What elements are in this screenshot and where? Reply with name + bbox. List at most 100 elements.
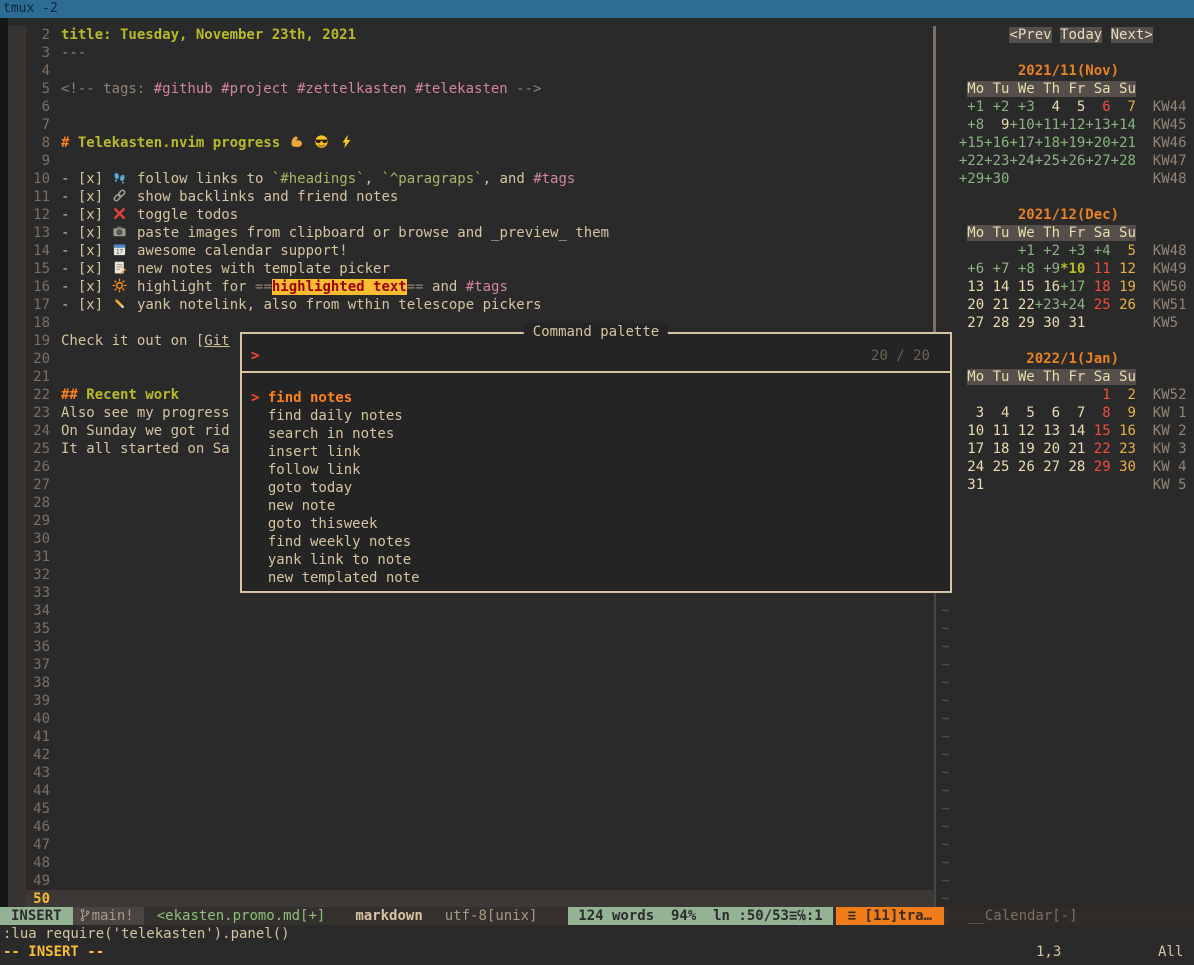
editor-line-49[interactable]: 49 xyxy=(8,872,934,890)
calendar-day-24[interactable]: 24 xyxy=(967,459,984,475)
command-line[interactable]: :lua require('telekasten').panel() xyxy=(3,925,290,943)
palette-item-find-daily-notes[interactable]: find daily notes xyxy=(251,407,941,425)
calendar-day-20[interactable]: +20 xyxy=(1085,135,1110,151)
calendar-day-25[interactable]: 25 xyxy=(993,459,1010,475)
editor-line-40[interactable]: 40 xyxy=(8,710,934,728)
calendar-day-23[interactable]: 23 xyxy=(1119,441,1136,457)
calendar-day-31[interactable]: 31 xyxy=(967,477,984,493)
calendar-day-14[interactable]: +14 xyxy=(1111,117,1136,133)
calendar-day-10[interactable]: +10 xyxy=(1009,117,1034,133)
palette-item-find-notes[interactable]: > find notes xyxy=(251,389,941,407)
calendar-day-15[interactable]: 15 xyxy=(1094,423,1111,439)
calendar-day-2[interactable]: 2 xyxy=(1128,387,1136,403)
editor-line-7[interactable]: 7 xyxy=(8,116,934,134)
calendar-day-30[interactable]: 30 xyxy=(1119,459,1136,475)
calendar-day-4[interactable]: 4 xyxy=(1052,99,1060,115)
calendar-day-12[interactable]: 12 xyxy=(1119,261,1136,277)
calendar-day-7[interactable]: 7 xyxy=(1128,99,1136,115)
calendar-day-5[interactable]: 5 xyxy=(1077,99,1085,115)
calendar-day-11[interactable]: 11 xyxy=(1094,261,1111,277)
editor-line-47[interactable]: 47 xyxy=(8,836,934,854)
calendar-today-button[interactable]: Today xyxy=(1060,27,1102,43)
palette-item-find-weekly-notes[interactable]: find weekly notes xyxy=(251,533,941,551)
editor-line-8[interactable]: 8# Telekasten.nvim progress xyxy=(8,134,934,152)
calendar-day-22[interactable]: +22 xyxy=(959,153,984,169)
calendar-day-16[interactable]: 16 xyxy=(1119,423,1136,439)
palette-item-goto-thisweek[interactable]: goto thisweek xyxy=(251,515,941,533)
calendar-day-29[interactable]: 29 xyxy=(1094,459,1111,475)
editor-line-10[interactable]: 10- [x] follow links to `#headings`, `^p… xyxy=(8,170,934,188)
calendar-day-8[interactable]: +8 xyxy=(967,117,984,133)
calendar-day-27[interactable]: 27 xyxy=(1043,459,1060,475)
calendar-prev-button[interactable]: <Prev xyxy=(1009,27,1051,43)
calendar-day-24[interactable]: +24 xyxy=(1060,297,1085,313)
editor-line-15[interactable]: 15- [x] new notes with template picker xyxy=(8,260,934,278)
calendar-day-17[interactable]: +17 xyxy=(1009,135,1034,151)
palette-item-new-templated-note[interactable]: new templated note xyxy=(251,569,941,587)
editor-line-45[interactable]: 45 xyxy=(8,800,934,818)
scrollbar-thumb[interactable] xyxy=(933,26,936,338)
calendar-day-29[interactable]: 29 xyxy=(1018,315,1035,331)
calendar-day-12[interactable]: 12 xyxy=(1018,423,1035,439)
calendar-day-13[interactable]: 13 xyxy=(1043,423,1060,439)
calendar-day-30[interactable]: +30 xyxy=(984,171,1009,187)
editor-line-41[interactable]: 41 xyxy=(8,728,934,746)
calendar-day-2[interactable]: +2 xyxy=(1043,243,1060,259)
editor-line-37[interactable]: 37 xyxy=(8,656,934,674)
calendar-day-8[interactable]: 8 xyxy=(1102,405,1110,421)
calendar-day-19[interactable]: 19 xyxy=(1018,441,1035,457)
editor-line-17[interactable]: 17- [x] yank notelink, also from wthin t… xyxy=(8,296,934,314)
calendar-day-6[interactable]: 6 xyxy=(1102,99,1110,115)
calendar-day-2[interactable]: +2 xyxy=(993,99,1010,115)
editor-line-3[interactable]: 3--- xyxy=(8,44,934,62)
calendar-day-1[interactable]: +1 xyxy=(967,99,984,115)
calendar-day-26[interactable]: 26 xyxy=(1119,297,1136,313)
calendar-day-27[interactable]: 27 xyxy=(967,315,984,331)
calendar-day-21[interactable]: +21 xyxy=(1111,135,1136,151)
calendar-day-18[interactable]: 18 xyxy=(1094,279,1111,295)
palette-item-goto-today[interactable]: goto today xyxy=(251,479,941,497)
calendar-day-17[interactable]: 17 xyxy=(967,441,984,457)
editor-line-39[interactable]: 39 xyxy=(8,692,934,710)
calendar-day-26[interactable]: +26 xyxy=(1060,153,1085,169)
calendar-day-17[interactable]: +17 xyxy=(1060,279,1085,295)
editor-line-36[interactable]: 36 xyxy=(8,638,934,656)
calendar-day-19[interactable]: +19 xyxy=(1060,135,1085,151)
editor-line-4[interactable]: 4 xyxy=(8,62,934,80)
palette-item-new-note[interactable]: new note xyxy=(251,497,941,515)
editor-line-6[interactable]: 6 xyxy=(8,98,934,116)
calendar-day-7[interactable]: +7 xyxy=(993,261,1010,277)
statusline-buffer-tab[interactable]: ≡ [11]tra… xyxy=(836,907,944,925)
calendar-day-14[interactable]: 14 xyxy=(993,279,1010,295)
palette-item-insert-link[interactable]: insert link xyxy=(251,443,941,461)
calendar-day-27[interactable]: +27 xyxy=(1085,153,1110,169)
editor-line-46[interactable]: 46 xyxy=(8,818,934,836)
calendar-day-31[interactable]: 31 xyxy=(1068,315,1085,331)
calendar-day-16[interactable]: 16 xyxy=(1043,279,1060,295)
calendar-day-23[interactable]: +23 xyxy=(1035,297,1060,313)
statusline-branch[interactable]: main! xyxy=(73,907,144,925)
palette-item-yank-link-to-note[interactable]: yank link to note xyxy=(251,551,941,569)
editor-line-35[interactable]: 35 xyxy=(8,620,934,638)
calendar-day-3[interactable]: +3 xyxy=(1068,243,1085,259)
calendar-day-1[interactable]: 1 xyxy=(1102,387,1110,403)
calendar-day-16[interactable]: +16 xyxy=(984,135,1009,151)
calendar-day-28[interactable]: 28 xyxy=(993,315,1010,331)
calendar-day-18[interactable]: +18 xyxy=(1035,135,1060,151)
editor-line-43[interactable]: 43 xyxy=(8,764,934,782)
calendar-day-26[interactable]: 26 xyxy=(1018,459,1035,475)
calendar-day-23[interactable]: +23 xyxy=(984,153,1009,169)
command-palette[interactable]: Command palette > 20 / 20 > find notes f… xyxy=(240,332,952,593)
calendar-day-4[interactable]: 4 xyxy=(1001,405,1009,421)
calendar-day-19[interactable]: 19 xyxy=(1119,279,1136,295)
editor-line-16[interactable]: 16- [x] highlight for ==highlighted text… xyxy=(8,278,934,296)
editor-line-48[interactable]: 48 xyxy=(8,854,934,872)
calendar-day-20[interactable]: 20 xyxy=(1043,441,1060,457)
calendar-day-14[interactable]: 14 xyxy=(1068,423,1085,439)
editor-line-2[interactable]: 2title: Tuesday, November 23th, 2021 xyxy=(8,26,934,44)
calendar-day-13[interactable]: 13 xyxy=(967,279,984,295)
calendar-day-15[interactable]: +15 xyxy=(959,135,984,151)
calendar-day-18[interactable]: 18 xyxy=(993,441,1010,457)
calendar-day-13[interactable]: +13 xyxy=(1085,117,1110,133)
calendar-day-22[interactable]: 22 xyxy=(1094,441,1111,457)
